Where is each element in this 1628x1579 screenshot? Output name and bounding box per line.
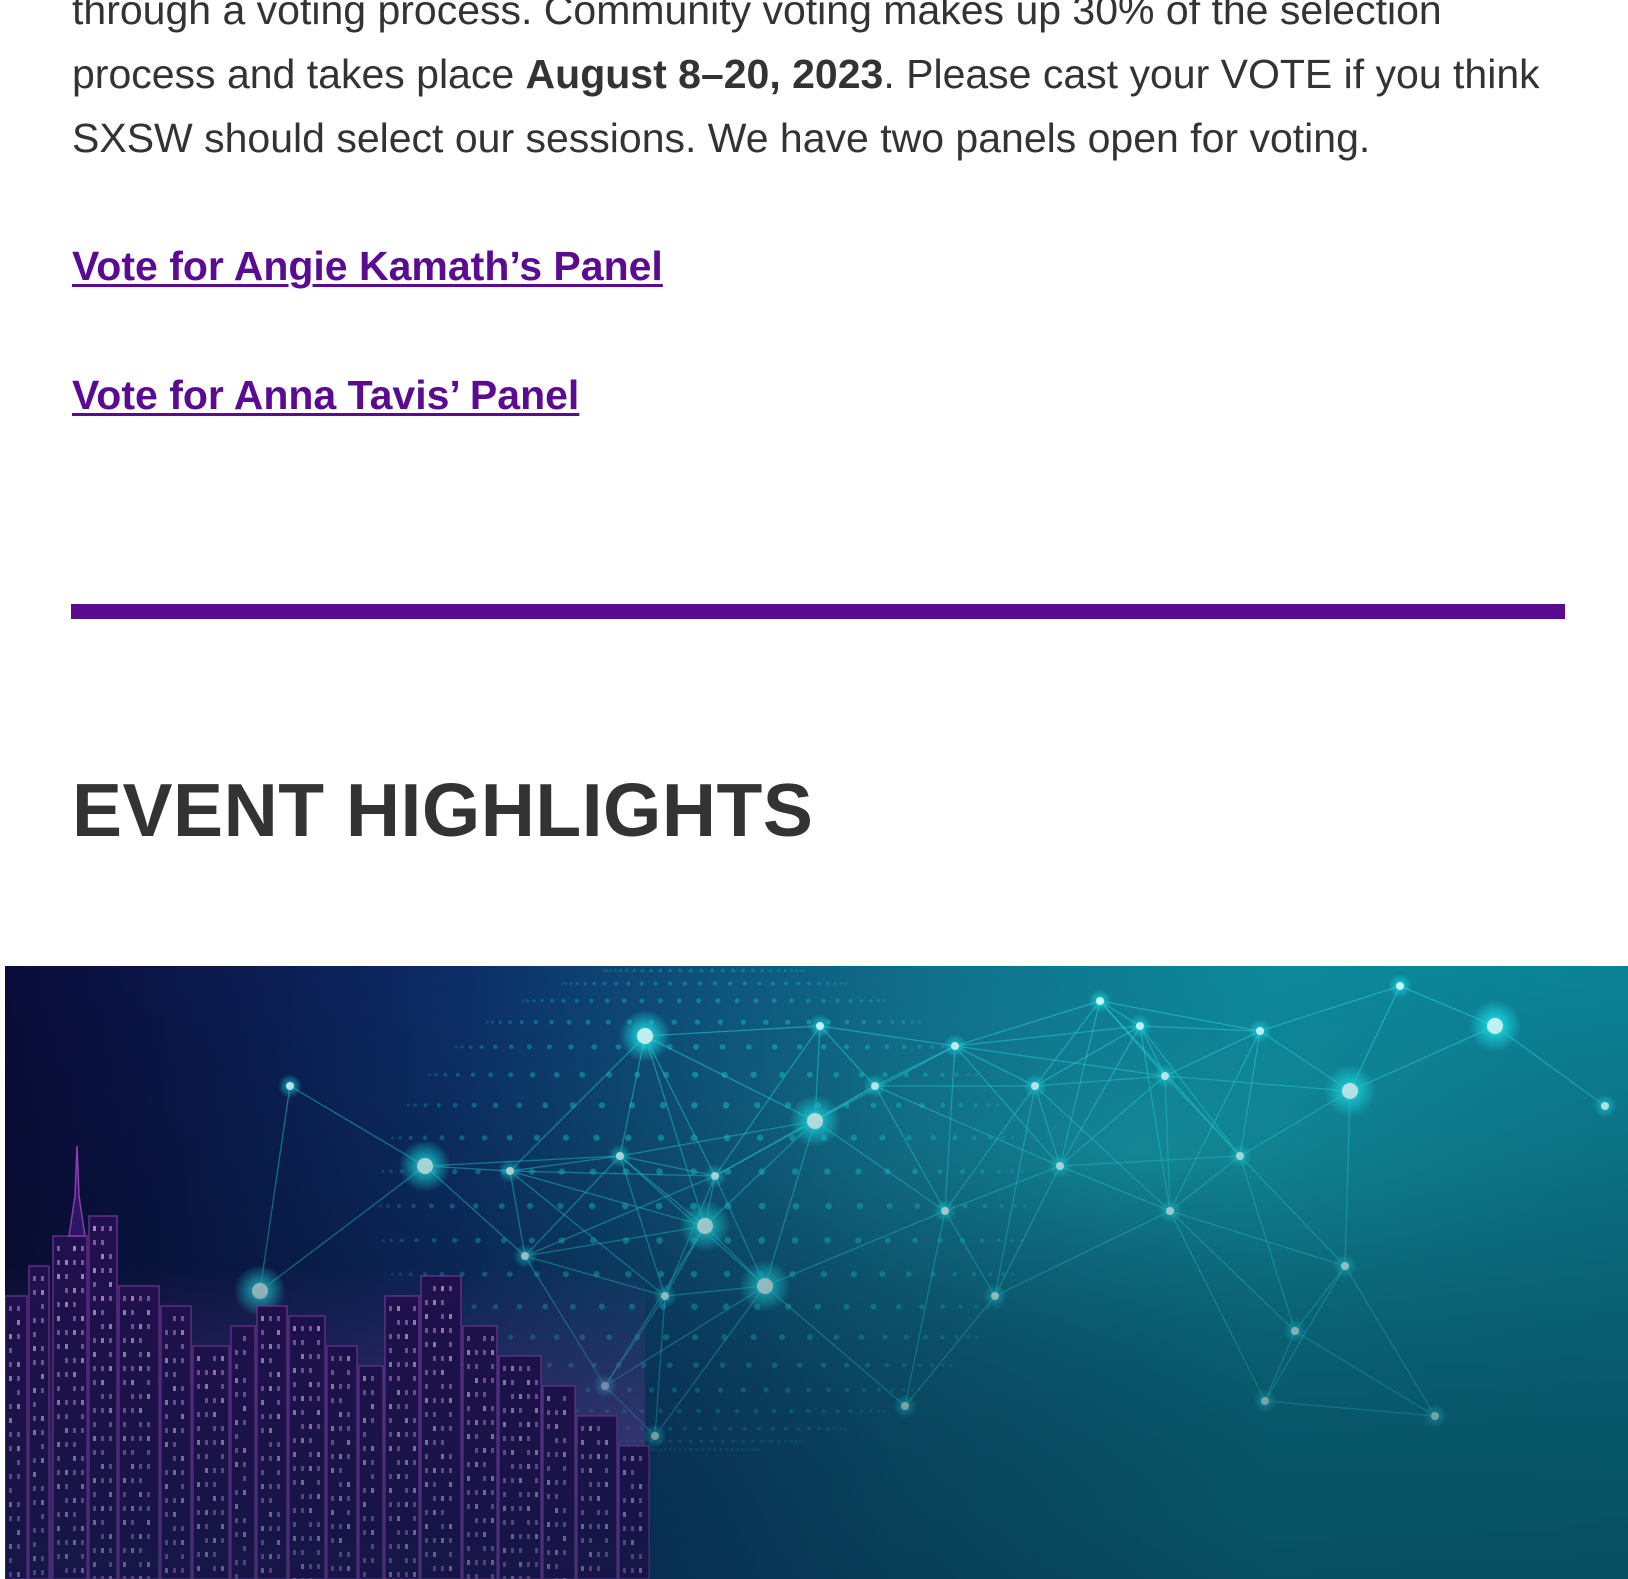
section-divider: [71, 604, 1565, 619]
section-heading: EVENT HIGHLIGHTS: [72, 768, 814, 852]
voting-dates: August 8–20, 2023: [525, 51, 884, 97]
vote-anna-tavis-link[interactable]: Vote for Anna Tavis’ Panel: [72, 370, 579, 420]
intro-paragraph: through a voting process. Community voti…: [72, 0, 1572, 170]
vote-angie-kamath-link[interactable]: Vote for Angie Kamath’s Panel: [72, 241, 663, 291]
event-highlights-hero-image: [5, 966, 1628, 1579]
city-network-illustration-icon: [5, 966, 1628, 1579]
